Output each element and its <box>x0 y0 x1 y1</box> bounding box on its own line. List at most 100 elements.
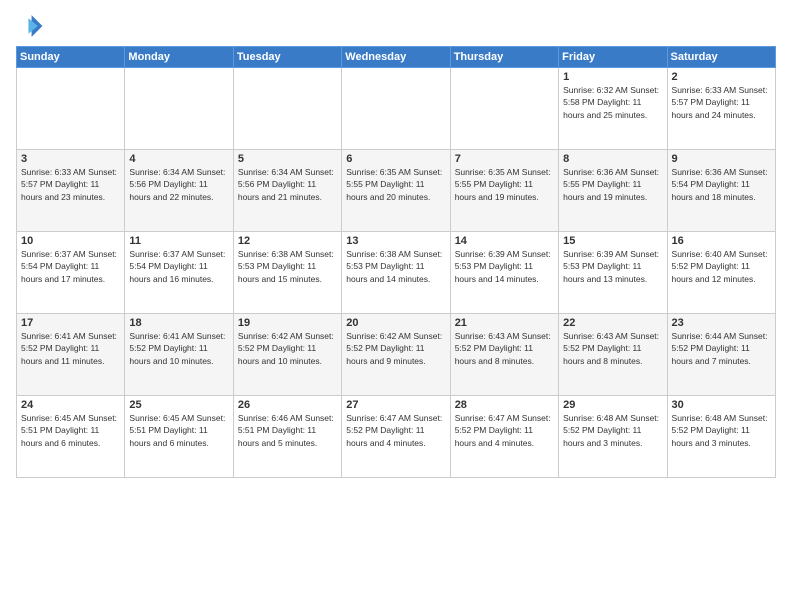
day-info: Sunrise: 6:33 AM Sunset: 5:57 PM Dayligh… <box>672 84 771 121</box>
day-cell <box>125 68 233 150</box>
day-info: Sunrise: 6:35 AM Sunset: 5:55 PM Dayligh… <box>346 166 445 203</box>
day-cell: 16Sunrise: 6:40 AM Sunset: 5:52 PM Dayli… <box>667 232 775 314</box>
week-row-2: 10Sunrise: 6:37 AM Sunset: 5:54 PM Dayli… <box>17 232 776 314</box>
weekday-header-thursday: Thursday <box>450 47 558 68</box>
day-number: 18 <box>129 317 228 329</box>
day-info: Sunrise: 6:45 AM Sunset: 5:51 PM Dayligh… <box>129 412 228 449</box>
day-number: 30 <box>672 399 771 411</box>
day-info: Sunrise: 6:38 AM Sunset: 5:53 PM Dayligh… <box>346 248 445 285</box>
day-info: Sunrise: 6:48 AM Sunset: 5:52 PM Dayligh… <box>672 412 771 449</box>
day-number: 10 <box>21 235 120 247</box>
day-number: 29 <box>563 399 662 411</box>
weekday-header-tuesday: Tuesday <box>233 47 341 68</box>
day-number: 12 <box>238 235 337 247</box>
day-number: 19 <box>238 317 337 329</box>
page: SundayMondayTuesdayWednesdayThursdayFrid… <box>0 0 792 612</box>
week-row-4: 24Sunrise: 6:45 AM Sunset: 5:51 PM Dayli… <box>17 396 776 478</box>
day-info: Sunrise: 6:35 AM Sunset: 5:55 PM Dayligh… <box>455 166 554 203</box>
day-cell: 24Sunrise: 6:45 AM Sunset: 5:51 PM Dayli… <box>17 396 125 478</box>
day-info: Sunrise: 6:32 AM Sunset: 5:58 PM Dayligh… <box>563 84 662 121</box>
day-cell: 3Sunrise: 6:33 AM Sunset: 5:57 PM Daylig… <box>17 150 125 232</box>
day-number: 21 <box>455 317 554 329</box>
day-number: 16 <box>672 235 771 247</box>
day-cell: 2Sunrise: 6:33 AM Sunset: 5:57 PM Daylig… <box>667 68 775 150</box>
day-cell: 17Sunrise: 6:41 AM Sunset: 5:52 PM Dayli… <box>17 314 125 396</box>
day-info: Sunrise: 6:42 AM Sunset: 5:52 PM Dayligh… <box>238 330 337 367</box>
logo <box>16 12 48 40</box>
day-info: Sunrise: 6:38 AM Sunset: 5:53 PM Dayligh… <box>238 248 337 285</box>
day-info: Sunrise: 6:43 AM Sunset: 5:52 PM Dayligh… <box>455 330 554 367</box>
day-number: 11 <box>129 235 228 247</box>
day-cell: 6Sunrise: 6:35 AM Sunset: 5:55 PM Daylig… <box>342 150 450 232</box>
day-info: Sunrise: 6:39 AM Sunset: 5:53 PM Dayligh… <box>455 248 554 285</box>
day-cell: 26Sunrise: 6:46 AM Sunset: 5:51 PM Dayli… <box>233 396 341 478</box>
day-cell: 19Sunrise: 6:42 AM Sunset: 5:52 PM Dayli… <box>233 314 341 396</box>
day-number: 13 <box>346 235 445 247</box>
day-cell: 15Sunrise: 6:39 AM Sunset: 5:53 PM Dayli… <box>559 232 667 314</box>
weekday-header-friday: Friday <box>559 47 667 68</box>
day-cell: 8Sunrise: 6:36 AM Sunset: 5:55 PM Daylig… <box>559 150 667 232</box>
day-cell: 29Sunrise: 6:48 AM Sunset: 5:52 PM Dayli… <box>559 396 667 478</box>
day-cell: 13Sunrise: 6:38 AM Sunset: 5:53 PM Dayli… <box>342 232 450 314</box>
day-cell: 20Sunrise: 6:42 AM Sunset: 5:52 PM Dayli… <box>342 314 450 396</box>
weekday-header-row: SundayMondayTuesdayWednesdayThursdayFrid… <box>17 47 776 68</box>
day-cell: 5Sunrise: 6:34 AM Sunset: 5:56 PM Daylig… <box>233 150 341 232</box>
day-cell: 21Sunrise: 6:43 AM Sunset: 5:52 PM Dayli… <box>450 314 558 396</box>
day-cell: 22Sunrise: 6:43 AM Sunset: 5:52 PM Dayli… <box>559 314 667 396</box>
week-row-3: 17Sunrise: 6:41 AM Sunset: 5:52 PM Dayli… <box>17 314 776 396</box>
day-info: Sunrise: 6:43 AM Sunset: 5:52 PM Dayligh… <box>563 330 662 367</box>
weekday-header-monday: Monday <box>125 47 233 68</box>
day-cell <box>450 68 558 150</box>
day-number: 24 <box>21 399 120 411</box>
day-info: Sunrise: 6:47 AM Sunset: 5:52 PM Dayligh… <box>455 412 554 449</box>
day-number: 5 <box>238 153 337 165</box>
week-row-1: 3Sunrise: 6:33 AM Sunset: 5:57 PM Daylig… <box>17 150 776 232</box>
day-number: 9 <box>672 153 771 165</box>
week-row-0: 1Sunrise: 6:32 AM Sunset: 5:58 PM Daylig… <box>17 68 776 150</box>
day-cell: 9Sunrise: 6:36 AM Sunset: 5:54 PM Daylig… <box>667 150 775 232</box>
day-info: Sunrise: 6:44 AM Sunset: 5:52 PM Dayligh… <box>672 330 771 367</box>
day-cell: 23Sunrise: 6:44 AM Sunset: 5:52 PM Dayli… <box>667 314 775 396</box>
day-cell <box>233 68 341 150</box>
day-cell: 25Sunrise: 6:45 AM Sunset: 5:51 PM Dayli… <box>125 396 233 478</box>
day-cell: 27Sunrise: 6:47 AM Sunset: 5:52 PM Dayli… <box>342 396 450 478</box>
day-cell: 1Sunrise: 6:32 AM Sunset: 5:58 PM Daylig… <box>559 68 667 150</box>
day-cell: 11Sunrise: 6:37 AM Sunset: 5:54 PM Dayli… <box>125 232 233 314</box>
day-cell: 12Sunrise: 6:38 AM Sunset: 5:53 PM Dayli… <box>233 232 341 314</box>
day-number: 28 <box>455 399 554 411</box>
day-cell: 10Sunrise: 6:37 AM Sunset: 5:54 PM Dayli… <box>17 232 125 314</box>
day-cell: 7Sunrise: 6:35 AM Sunset: 5:55 PM Daylig… <box>450 150 558 232</box>
day-info: Sunrise: 6:40 AM Sunset: 5:52 PM Dayligh… <box>672 248 771 285</box>
day-cell: 28Sunrise: 6:47 AM Sunset: 5:52 PM Dayli… <box>450 396 558 478</box>
day-number: 6 <box>346 153 445 165</box>
day-cell <box>342 68 450 150</box>
day-cell <box>17 68 125 150</box>
weekday-header-sunday: Sunday <box>17 47 125 68</box>
day-cell: 30Sunrise: 6:48 AM Sunset: 5:52 PM Dayli… <box>667 396 775 478</box>
day-cell: 4Sunrise: 6:34 AM Sunset: 5:56 PM Daylig… <box>125 150 233 232</box>
day-number: 1 <box>563 71 662 83</box>
weekday-header-saturday: Saturday <box>667 47 775 68</box>
day-info: Sunrise: 6:47 AM Sunset: 5:52 PM Dayligh… <box>346 412 445 449</box>
weekday-header-wednesday: Wednesday <box>342 47 450 68</box>
day-cell: 14Sunrise: 6:39 AM Sunset: 5:53 PM Dayli… <box>450 232 558 314</box>
day-cell: 18Sunrise: 6:41 AM Sunset: 5:52 PM Dayli… <box>125 314 233 396</box>
day-number: 22 <box>563 317 662 329</box>
day-number: 27 <box>346 399 445 411</box>
calendar: SundayMondayTuesdayWednesdayThursdayFrid… <box>16 46 776 478</box>
day-number: 7 <box>455 153 554 165</box>
day-info: Sunrise: 6:36 AM Sunset: 5:55 PM Dayligh… <box>563 166 662 203</box>
day-info: Sunrise: 6:37 AM Sunset: 5:54 PM Dayligh… <box>21 248 120 285</box>
day-number: 25 <box>129 399 228 411</box>
day-info: Sunrise: 6:45 AM Sunset: 5:51 PM Dayligh… <box>21 412 120 449</box>
day-number: 8 <box>563 153 662 165</box>
day-number: 23 <box>672 317 771 329</box>
day-info: Sunrise: 6:33 AM Sunset: 5:57 PM Dayligh… <box>21 166 120 203</box>
day-number: 3 <box>21 153 120 165</box>
day-info: Sunrise: 6:36 AM Sunset: 5:54 PM Dayligh… <box>672 166 771 203</box>
day-info: Sunrise: 6:42 AM Sunset: 5:52 PM Dayligh… <box>346 330 445 367</box>
day-number: 2 <box>672 71 771 83</box>
day-info: Sunrise: 6:46 AM Sunset: 5:51 PM Dayligh… <box>238 412 337 449</box>
day-number: 4 <box>129 153 228 165</box>
day-info: Sunrise: 6:37 AM Sunset: 5:54 PM Dayligh… <box>129 248 228 285</box>
